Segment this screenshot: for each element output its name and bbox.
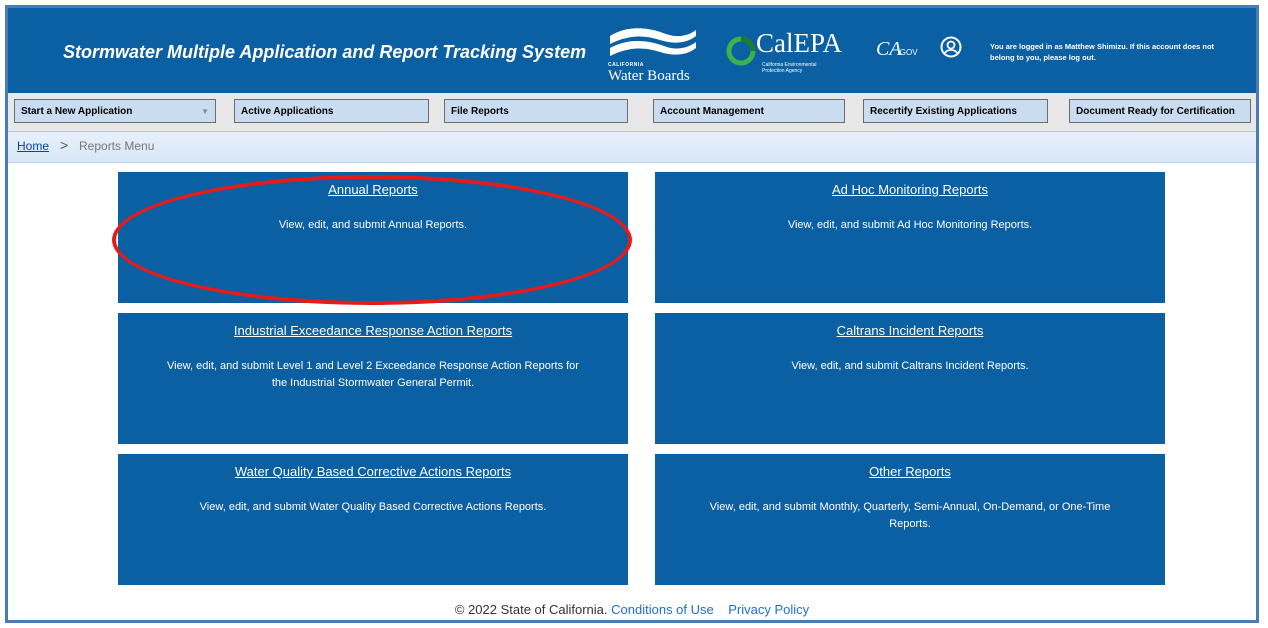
site-header: Stormwater Multiple Application and Repo… (8, 8, 1256, 93)
tile-description: View, edit, and submit Level 1 and Level… (167, 360, 579, 389)
calepa-circle-icon (726, 36, 756, 66)
water-boards-label: Water Boards (608, 68, 690, 84)
calepa-label: CalEPA (756, 28, 843, 58)
nav-start-new-application[interactable]: Start a New Application ▼ (14, 99, 216, 123)
tile-title-link[interactable]: Other Reports (655, 464, 1165, 479)
cagov-suffix: .GOV (897, 48, 918, 57)
tile-description: View, edit, and submit Ad Hoc Monitoring… (787, 219, 1033, 231)
breadcrumb-home-link[interactable]: Home (17, 139, 49, 153)
tile-description: View, edit, and submit Water Quality Bas… (199, 501, 547, 513)
nav-label: Document Ready for Certification (1076, 106, 1235, 117)
tile-industrial-exceedance-reports[interactable]: Industrial Exceedance Response Action Re… (118, 313, 628, 444)
nav-label: Active Applications (241, 106, 334, 117)
water-boards-logo[interactable]: CALIFORNIA Water Boards (606, 26, 701, 88)
tile-title-link[interactable]: Caltrans Incident Reports (655, 323, 1165, 338)
breadcrumb: Home > Reports Menu (8, 132, 1256, 163)
cagov-logo[interactable]: CA.GOV (876, 38, 918, 61)
tile-ad-hoc-monitoring-reports[interactable]: Ad Hoc Monitoring Reports View, edit, an… (655, 172, 1165, 303)
breadcrumb-separator-icon: > (60, 137, 69, 153)
user-account-icon[interactable] (940, 36, 962, 58)
tile-title-link[interactable]: Ad Hoc Monitoring Reports (655, 182, 1165, 197)
nav-active-applications[interactable]: Active Applications (234, 99, 429, 123)
calepa-logo[interactable]: CalEPA California Environmental Protecti… (726, 28, 866, 80)
calepa-sub-label: California Environmental Protection Agen… (762, 62, 817, 74)
conditions-of-use-link[interactable]: Conditions of Use (611, 602, 714, 617)
main-navbar: Start a New Application ▼ Active Applica… (8, 93, 1256, 132)
nav-label: File Reports (451, 106, 509, 117)
tile-caltrans-incident-reports[interactable]: Caltrans Incident Reports View, edit, an… (655, 313, 1165, 444)
nav-recertify-existing-applications[interactable]: Recertify Existing Applications (863, 99, 1048, 123)
tile-title-link[interactable]: Water Quality Based Corrective Actions R… (118, 464, 628, 479)
tile-title-link[interactable]: Industrial Exceedance Response Action Re… (118, 323, 628, 338)
tile-water-quality-corrective-actions-reports[interactable]: Water Quality Based Corrective Actions R… (118, 454, 628, 585)
tile-title-link[interactable]: Annual Reports (118, 182, 628, 197)
nav-file-reports[interactable]: File Reports (444, 99, 628, 123)
footer-copyright: © 2022 State of California. (454, 602, 608, 617)
nav-label: Recertify Existing Applications (870, 106, 1017, 117)
nav-label: Start a New Application (21, 106, 133, 117)
nav-label: Account Management (660, 106, 764, 117)
tile-other-reports[interactable]: Other Reports View, edit, and submit Mon… (655, 454, 1165, 585)
tile-annual-reports[interactable]: Annual Reports View, edit, and submit An… (118, 172, 628, 303)
chevron-down-icon: ▼ (201, 107, 209, 116)
nav-account-management[interactable]: Account Management (653, 99, 845, 123)
privacy-policy-link[interactable]: Privacy Policy (728, 602, 809, 617)
login-status-message: You are logged in as Matthew Shimizu. If… (990, 42, 1215, 62)
nav-document-ready-for-certification[interactable]: Document Ready for Certification (1069, 99, 1251, 123)
tile-description: View, edit, and submit Caltrans Incident… (791, 360, 1029, 372)
tile-description: View, edit, and submit Monthly, Quarterl… (709, 501, 1111, 530)
tile-description: View, edit, and submit Annual Reports. (278, 219, 468, 231)
app-frame: Stormwater Multiple Application and Repo… (5, 5, 1259, 623)
water-waves-icon (610, 28, 696, 56)
site-footer: © 2022 State of California. Conditions o… (8, 602, 1256, 617)
app-title: Stormwater Multiple Application and Repo… (63, 42, 587, 62)
breadcrumb-current: Reports Menu (79, 139, 155, 153)
